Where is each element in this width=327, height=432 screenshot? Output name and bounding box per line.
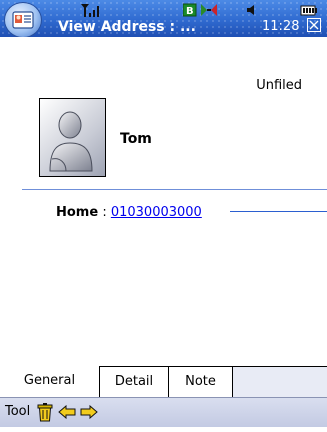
tool-menu-button[interactable]: Tool <box>5 404 30 419</box>
toolbar: Tool <box>0 397 327 427</box>
battery-icon <box>300 5 317 16</box>
phone-row: Home : 01030003000 <box>56 205 202 220</box>
close-icon[interactable] <box>307 18 321 32</box>
tab-note[interactable]: Note <box>169 366 233 397</box>
tab-general[interactable]: General <box>0 366 100 397</box>
section-divider <box>22 189 327 190</box>
person-silhouette-icon <box>49 111 93 172</box>
back-arrow-icon[interactable] <box>58 405 76 419</box>
category-label[interactable]: Unfiled <box>256 78 302 93</box>
contact-name: Tom <box>120 131 152 147</box>
data-connection-icon: B <box>183 3 197 17</box>
trash-icon[interactable] <box>37 403 53 422</box>
tab-bar: General Detail Note <box>0 366 327 398</box>
phone-label: Home <box>56 205 99 220</box>
forward-arrow-icon[interactable] <box>80 405 98 419</box>
title-bar: B View Address : ... 11:28 <box>0 0 327 37</box>
phone-row-line <box>230 211 327 212</box>
bottom-strip <box>0 427 327 432</box>
phone-number-link[interactable]: 01030003000 <box>111 205 202 220</box>
contact-photo[interactable] <box>39 98 106 177</box>
window-title: View Address : ... <box>58 19 196 35</box>
clock: 11:28 <box>262 19 300 34</box>
tab-bar-filler <box>233 367 327 397</box>
signal-icon <box>81 4 99 17</box>
contacts-app-icon[interactable] <box>4 2 42 37</box>
speaker-icon[interactable] <box>242 3 256 17</box>
svg-text:B: B <box>186 6 194 17</box>
tab-detail[interactable]: Detail <box>100 366 169 397</box>
phone-separator: : <box>98 205 111 220</box>
call-status-icon <box>201 4 217 16</box>
